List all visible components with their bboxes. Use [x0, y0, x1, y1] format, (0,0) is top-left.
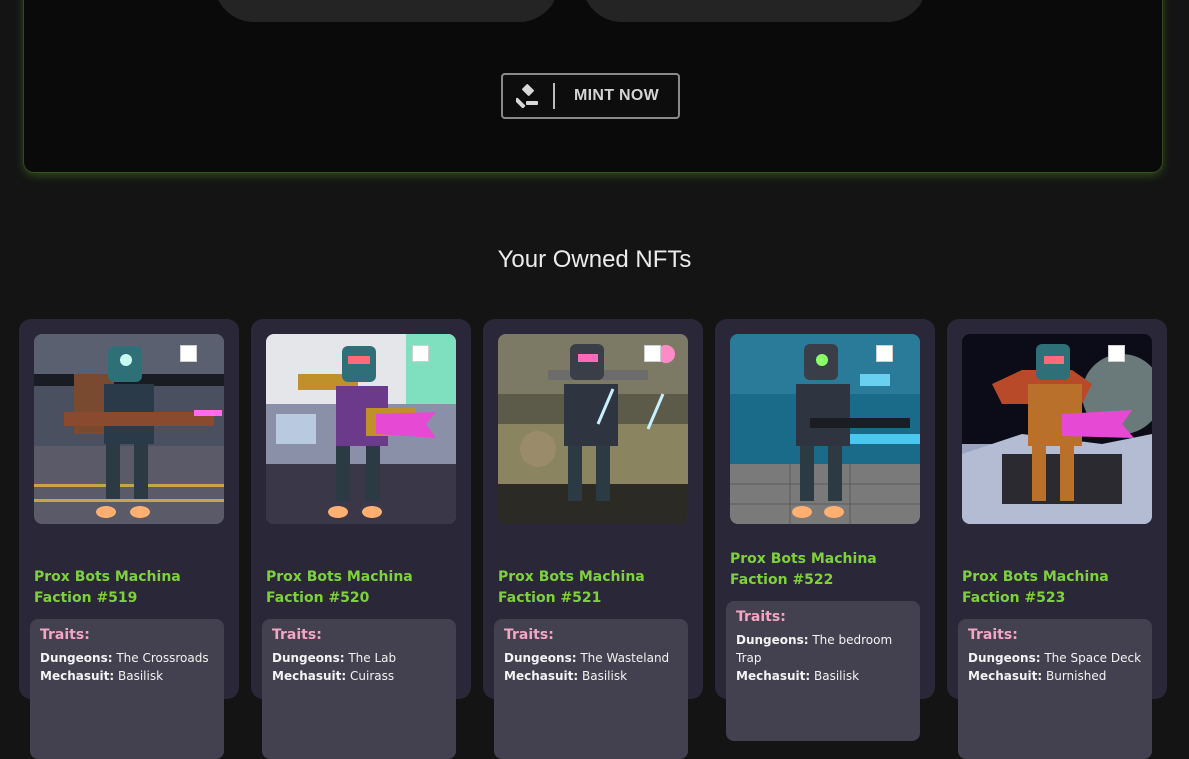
trait-mechasuit: Mechasuit: Basilisk — [736, 669, 860, 683]
mint-option-pill-right[interactable] — [582, 0, 927, 22]
traits-panel: Traits: Dungeons: The Wasteland Mechasui… — [494, 619, 688, 759]
trait-dungeons: Dungeons: The Space Deck — [968, 651, 1142, 665]
traits-label: Traits: — [272, 627, 322, 643]
select-checkbox[interactable] — [412, 345, 429, 362]
trait-mechasuit: Mechasuit: Burnished — [968, 669, 1107, 683]
nft-image — [730, 334, 920, 524]
trait-mechasuit: Mechasuit: Basilisk — [504, 669, 628, 683]
nft-name: Prox Bots Machina Faction #520 — [266, 569, 413, 606]
trait-dungeons: Dungeons: The Crossroads — [40, 651, 209, 665]
nft-card[interactable]: Prox Bots Machina Faction #521 Traits: D… — [483, 319, 703, 759]
section-title: Your Owned NFTs — [497, 246, 692, 273]
nft-name: Prox Bots Machina Faction #521 — [498, 569, 645, 606]
mint-panel: MINT NOW — [24, 0, 1162, 172]
nft-image — [498, 334, 688, 524]
trait-dungeons: Dungeons: The Wasteland — [504, 651, 670, 665]
traits-label: Traits: — [736, 609, 786, 625]
nft-image — [962, 334, 1152, 524]
select-checkbox[interactable] — [876, 345, 893, 362]
mint-option-pill-left[interactable] — [214, 0, 559, 22]
traits-label: Traits: — [968, 627, 1018, 643]
mint-now-button[interactable]: MINT NOW — [501, 73, 680, 119]
select-checkbox[interactable] — [180, 345, 197, 362]
nft-card[interactable]: Prox Bots Machina Faction #523 Traits: D… — [947, 319, 1167, 759]
nft-name: Prox Bots Machina Faction #522 — [730, 551, 877, 588]
trait-mechasuit: Mechasuit: Cuirass — [272, 669, 395, 683]
traits-panel: Traits: Dungeons: The Crossroads Mechasu… — [30, 619, 224, 759]
nft-card[interactable]: Prox Bots Machina Faction #519 Traits: D… — [19, 319, 239, 759]
traits-panel: Traits: Dungeons: The bedroom Trap Mecha… — [726, 601, 920, 741]
select-checkbox[interactable] — [644, 345, 661, 362]
traits-panel: Traits: Dungeons: The Space Deck Mechasu… — [958, 619, 1152, 759]
select-checkbox[interactable] — [1108, 345, 1125, 362]
traits-label: Traits: — [504, 627, 554, 643]
gavel-icon — [503, 84, 553, 108]
trait-mechasuit: Mechasuit: Basilisk — [40, 669, 164, 683]
traits-panel: Traits: Dungeons: The Lab Mechasuit: Cui… — [262, 619, 456, 759]
nft-name: Prox Bots Machina Faction #523 — [962, 569, 1109, 606]
traits-label: Traits: — [40, 627, 90, 643]
trait-dungeons: Dungeons: The Lab — [272, 651, 397, 665]
mint-now-label: MINT NOW — [573, 87, 660, 104]
nft-image — [34, 334, 224, 524]
nft-image — [266, 334, 456, 524]
trait-dungeons: Dungeons: The bedroom Trap — [736, 633, 893, 665]
nft-card[interactable]: Prox Bots Machina Faction #520 Traits: D… — [251, 319, 471, 759]
nft-name: Prox Bots Machina Faction #519 — [34, 569, 181, 606]
nft-card[interactable]: Prox Bots Machina Faction #522 Traits: D… — [715, 319, 935, 741]
